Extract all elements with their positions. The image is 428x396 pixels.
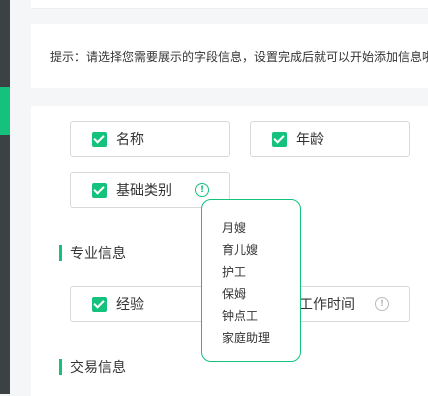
section-marker <box>59 245 62 261</box>
popover-item: 育儿嫂 <box>222 243 259 257</box>
field-card-name[interactable]: 名称 <box>70 121 230 157</box>
popover-item: 钟点工 <box>222 309 259 323</box>
section-title-text: 专业信息 <box>70 246 126 262</box>
popover-item: 护工 <box>222 265 247 279</box>
field-label-experience: 经验 <box>116 297 144 313</box>
field-label-work-time: 工作时间 <box>299 297 355 313</box>
info-circle-icon[interactable]: ! <box>375 297 389 311</box>
sidebar-active-item[interactable] <box>0 87 10 135</box>
popover-item: 月嫂 <box>222 221 247 235</box>
category-popover: 月嫂 育儿嫂 护工 保姆 钟点工 家庭助理 <box>201 199 301 362</box>
tip-text: 提示：请选择您需要展示的字段信息，设置完成后就可以开始添加信息啦 <box>50 50 428 64</box>
checkbox-checked-icon[interactable] <box>92 132 107 147</box>
tip-panel: 提示：请选择您需要展示的字段信息，设置完成后就可以开始添加信息啦 <box>31 24 428 88</box>
sidebar <box>0 0 10 394</box>
section-marker <box>59 359 62 375</box>
field-label-name: 名称 <box>116 132 144 148</box>
checkbox-checked-icon[interactable] <box>92 297 107 312</box>
info-circle-icon[interactable]: ! <box>195 183 209 197</box>
top-bar <box>31 0 428 9</box>
section-title-professional: 专业信息 <box>59 243 126 263</box>
field-label-basic-category: 基础类别 <box>116 183 172 199</box>
section-title-text: 交易信息 <box>70 360 126 376</box>
checkbox-checked-icon[interactable] <box>272 132 287 147</box>
section-title-trade: 交易信息 <box>59 357 126 377</box>
field-label-age: 年龄 <box>296 132 324 148</box>
popover-item: 保姆 <box>222 287 247 301</box>
popover-item: 家庭助理 <box>222 331 271 345</box>
field-card-age[interactable]: 年龄 <box>250 121 410 157</box>
checkbox-checked-icon[interactable] <box>92 183 107 198</box>
